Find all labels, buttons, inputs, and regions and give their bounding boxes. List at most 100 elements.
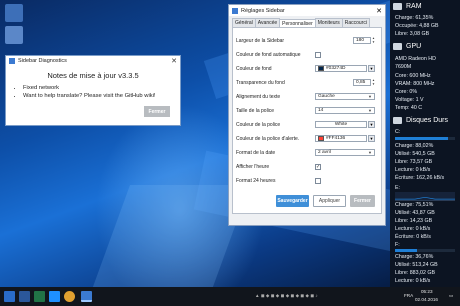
- app-icon[interactable]: [49, 291, 60, 302]
- date-format-value: 2 avril: [318, 150, 331, 155]
- font-color-picker[interactable]: White: [315, 121, 367, 128]
- chevron-down-icon: ▼: [368, 150, 372, 155]
- field-label: Taille de la police: [236, 107, 275, 114]
- ram-stat: Libre: 3,08 GB: [395, 31, 430, 37]
- language-indicator[interactable]: FRA: [404, 293, 413, 298]
- drive-load-fill: [395, 137, 448, 140]
- drive-name: C:: [395, 129, 401, 135]
- bg-opacity-input[interactable]: 0,85: [353, 79, 371, 86]
- tray-icons[interactable]: ▲ ◼ ◆ ◼ ◆ ◼ ◆ ◼ ◆ ◼ ◆ ◼ ♪: [255, 293, 318, 299]
- color-swatch: [318, 66, 324, 71]
- desktop-icon[interactable]: [5, 4, 23, 22]
- drive-stat: Utilisé: 540,5 GB: [395, 151, 435, 157]
- font-size-select[interactable]: 14 ▼: [315, 107, 375, 114]
- settings-tabs: Général Avancée Personnaliser Moniteurs …: [232, 18, 382, 28]
- release-notes-list: Fixed network Want to help translate? Pl…: [23, 85, 180, 99]
- disks-section-header: Disques Durs: [393, 117, 448, 124]
- date-format-select[interactable]: 2 avril ▼: [315, 149, 375, 156]
- gpu-icon: [393, 43, 402, 50]
- chevron-down-icon: ▼: [368, 94, 372, 99]
- drive-stat: Libre: 14,23 GB: [395, 218, 433, 224]
- diagnostics-titlebar[interactable]: Sidebar Diagnostics ✕: [6, 56, 180, 66]
- bg-color-value: #03274D: [326, 66, 346, 71]
- save-button[interactable]: Sauvegarder: [276, 195, 309, 207]
- auto-bg-checkbox[interactable]: [315, 52, 321, 58]
- gpu-stat: Temp: 40 C: [395, 105, 423, 111]
- field-label: Couleur de la police d'alerte.: [236, 135, 300, 142]
- spinner-arrows-icon[interactable]: ▲ ▼: [372, 36, 375, 44]
- tab-general[interactable]: Général: [232, 18, 256, 27]
- drive-load-bar: [395, 249, 455, 252]
- gpu-stat: AMD Radeon HD: [395, 56, 436, 62]
- drive-stat: Lecture: 0 kB/s: [395, 226, 431, 232]
- excel-icon[interactable]: [34, 291, 45, 302]
- settings-title: Réglages Sidebar: [241, 7, 285, 14]
- close-button[interactable]: Fermer: [350, 195, 375, 207]
- drive-stat: Écriture: 162,26 kB/s: [395, 175, 445, 181]
- ram-section-header: RAM: [393, 3, 422, 10]
- show-clock-row: Afficher l'heure: [236, 162, 378, 171]
- notification-icon[interactable]: ▭: [449, 293, 453, 299]
- gpu-stat: Core: 600 MHz: [395, 73, 431, 79]
- drive-stat: Charge: 36,76%: [395, 254, 434, 260]
- tab-advanced[interactable]: Avancée: [254, 18, 281, 27]
- disks-title: Disques Durs: [406, 117, 449, 124]
- font-color-value: White: [334, 122, 348, 127]
- settings-titlebar[interactable]: Réglages Sidebar ✕: [229, 5, 385, 16]
- taskbar: ▲ ◼ ◆ ◼ ◆ ◼ ◆ ◼ ◆ ◼ ◆ ◼ ♪ FRA 05:23 02.0…: [0, 287, 460, 306]
- tab-monitors[interactable]: Moniteurs: [314, 18, 343, 27]
- spinner-arrows-icon[interactable]: ▲ ▼: [372, 78, 375, 86]
- drive-name: F:: [395, 242, 400, 248]
- drive-stat: Charge: 88,02%: [395, 143, 434, 149]
- chevron-down-icon[interactable]: ▼: [368, 121, 375, 128]
- color-swatch: [318, 136, 324, 141]
- close-icon[interactable]: ✕: [373, 7, 385, 15]
- settings-window: Réglages Sidebar ✕ Général Avancée Perso…: [228, 4, 386, 226]
- alert-color-value: #FF4136: [326, 136, 346, 141]
- drive-name: E:: [395, 185, 401, 191]
- tab-hotkeys[interactable]: Raccourci: [341, 18, 370, 27]
- format-24h-checkbox[interactable]: [315, 178, 321, 184]
- alert-color-picker[interactable]: #FF4136: [315, 135, 367, 142]
- text-align-select[interactable]: Gauche ▼: [315, 93, 375, 100]
- chrome-icon[interactable]: [64, 291, 75, 302]
- clock-date[interactable]: 02.04.2016: [415, 297, 438, 302]
- gpu-section-header: GPU: [393, 43, 421, 50]
- sidebar-width-input[interactable]: 180: [353, 37, 371, 44]
- field-label: Couleur de fond automatique: [236, 51, 301, 58]
- ram-title: RAM: [406, 3, 422, 10]
- auto-bg-row: Couleur de fond automatique: [236, 50, 378, 59]
- apply-button[interactable]: Appliquer: [313, 195, 346, 207]
- dialog-buttons: Sauvegarder Appliquer Fermer: [233, 195, 381, 207]
- desktop-icon[interactable]: [5, 26, 23, 44]
- sidebar-app-icon[interactable]: [81, 291, 92, 302]
- drive-stat: Utilisé: 513,24 GB: [395, 262, 438, 268]
- close-button[interactable]: Fermer: [144, 106, 170, 117]
- diagnostics-title: Sidebar Diagnostics: [18, 58, 67, 64]
- show-clock-checkbox[interactable]: ✓: [315, 164, 321, 170]
- drive-stat: Lecture: 0 kB/s: [395, 167, 431, 173]
- hard-drive-icon: [393, 117, 402, 124]
- format-24h-row: Format 24 heures: [236, 176, 378, 185]
- close-icon[interactable]: ✕: [168, 57, 180, 65]
- gpu-stat: Voltage: 1 V: [395, 97, 424, 103]
- desktop: Sidebar Diagnostics ✕ Notes de mise à jo…: [0, 0, 390, 287]
- field-label: Transparence du fond: [236, 79, 285, 86]
- chevron-down-icon[interactable]: ▼: [368, 65, 375, 72]
- field-label: Largeur de la Sidebar: [236, 37, 285, 44]
- chevron-down-icon[interactable]: ▼: [368, 135, 375, 142]
- bg-color-picker[interactable]: #03274D: [315, 65, 367, 72]
- field-label: Format de la date: [236, 149, 276, 156]
- drive-stat: Lecture: 0 kB/s: [395, 278, 431, 284]
- start-button[interactable]: [4, 291, 15, 302]
- ram-stat: Occupée: 4,88 GB: [395, 23, 439, 29]
- drive-load-fill: [395, 249, 418, 252]
- font-size-value: 14: [318, 108, 324, 113]
- word-icon[interactable]: [19, 291, 30, 302]
- diagnostics-window: Sidebar Diagnostics ✕ Notes de mise à jo…: [5, 55, 181, 126]
- wallpaper-window-glow: [89, 185, 251, 287]
- release-notes-heading: Notes de mise à jour v3.3.5: [47, 71, 139, 80]
- drive-stat: Libre: 883,02 GB: [395, 270, 436, 276]
- clock-time[interactable]: 05:23: [421, 289, 433, 294]
- field-label: Couleur de la police: [236, 121, 281, 128]
